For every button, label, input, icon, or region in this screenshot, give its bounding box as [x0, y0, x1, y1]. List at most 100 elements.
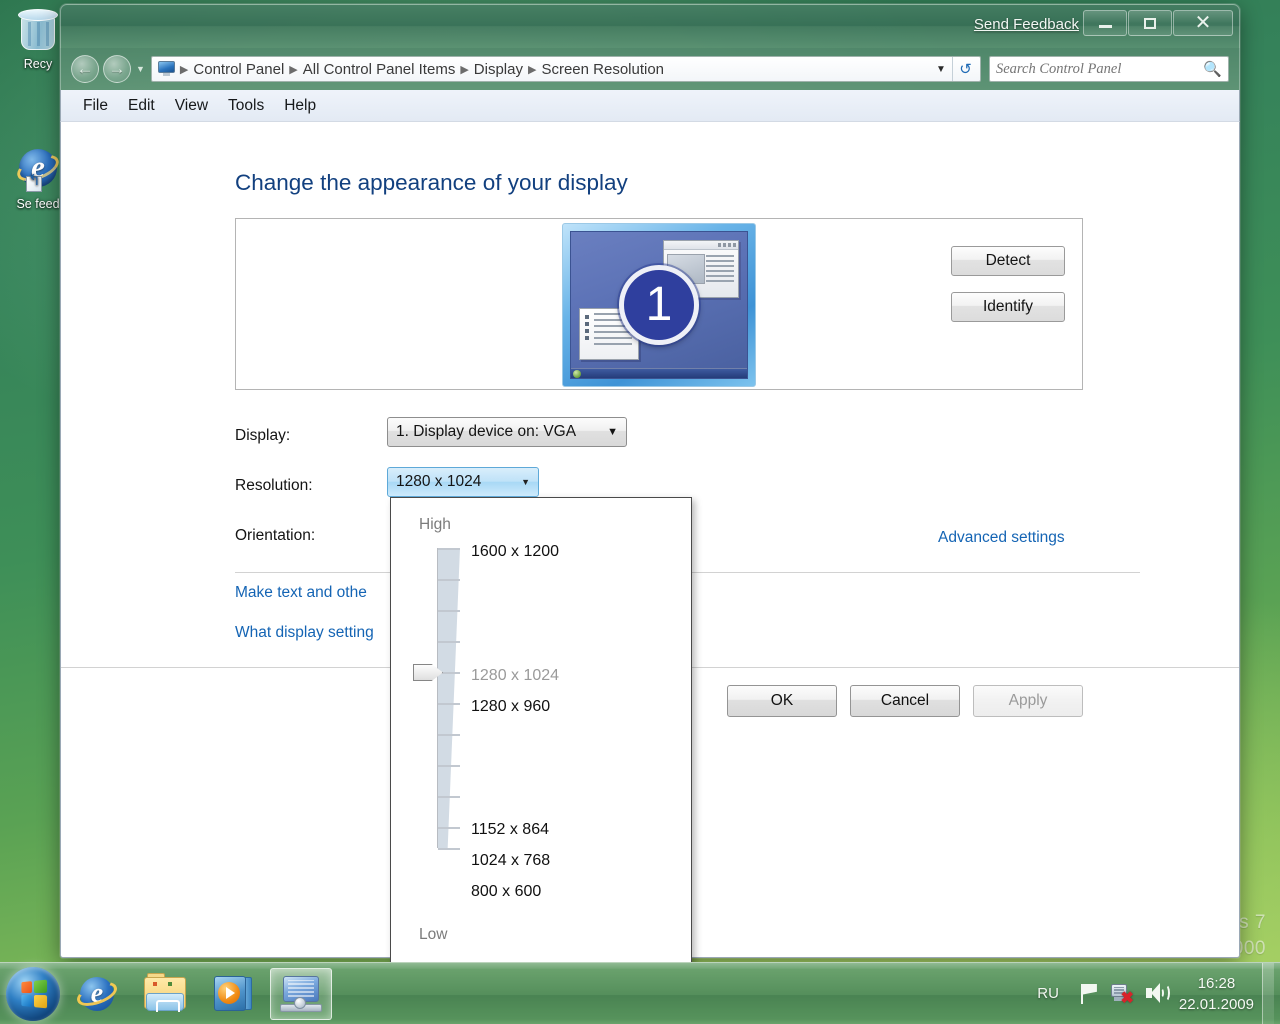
display-device-dropdown[interactable]: 1. Display device on: VGA ▼	[387, 417, 627, 447]
resolution-option-1: 1280 x 1024	[471, 667, 560, 684]
display-monitor-icon	[157, 61, 176, 77]
shortcut-overlay-icon	[26, 176, 42, 192]
slider-tick-9	[438, 827, 460, 829]
slider-tick-5	[438, 703, 460, 705]
breadcrumb-separator-2: ▶	[460, 63, 469, 76]
slider-low-label: Low	[419, 926, 448, 943]
slider-tick-10	[438, 848, 460, 850]
breadcrumb-separator-3: ▶	[527, 63, 537, 76]
clock[interactable]: 16:28 22.01.2009	[1179, 973, 1262, 1015]
address-chevron-down-icon[interactable]: ▼	[930, 64, 952, 75]
chevron-down-icon: ▼	[521, 477, 530, 487]
window-title-bar[interactable]: Send Feedback ✕	[60, 4, 1240, 48]
resolution-slider-wedge	[438, 548, 460, 848]
recent-pages-chevron-down-icon[interactable]: ▼	[136, 64, 145, 74]
display-settings-icon	[280, 975, 322, 1012]
monitor-preview[interactable]: 1	[562, 223, 756, 387]
menu-file[interactable]: File	[73, 94, 118, 118]
refresh-icon[interactable]: ↺	[952, 57, 978, 81]
taskbar-windows-explorer[interactable]	[134, 968, 196, 1020]
slider-tick-2	[438, 610, 460, 612]
system-tray: RU ✖ 16:28 22.01.2009	[1025, 963, 1280, 1024]
display-device-value: 1. Display device on: VGA	[396, 423, 577, 440]
clock-time: 16:28	[1197, 974, 1236, 992]
network-error-icon[interactable]: ✖	[1107, 979, 1137, 1009]
search-input[interactable]	[996, 60, 1204, 78]
window-content: Change the appearance of your display 1	[60, 122, 1240, 970]
monitor-screen: 1	[570, 231, 748, 379]
minimize-button[interactable]	[1083, 10, 1127, 36]
menu-help[interactable]: Help	[274, 94, 326, 118]
show-desktop-button[interactable]	[1262, 963, 1274, 1024]
slider-tick-1	[438, 579, 460, 581]
mini-taskbar-graphic	[571, 368, 747, 378]
breadcrumb-all-control-panel-items[interactable]: All Control Panel Items	[299, 61, 460, 78]
start-button[interactable]	[6, 966, 60, 1021]
resolution-option-0[interactable]: 1600 x 1200	[471, 543, 559, 561]
monitor-number-badge: 1	[619, 265, 699, 345]
breadcrumb-screen-resolution[interactable]: Screen Resolution	[537, 61, 668, 78]
advanced-settings-link[interactable]: Advanced settings	[938, 529, 1065, 547]
close-button[interactable]: ✕	[1173, 10, 1233, 36]
menu-bar: File Edit View Tools Help	[60, 90, 1240, 122]
chevron-down-icon: ▼	[607, 426, 618, 438]
action-center-flag-icon[interactable]	[1073, 979, 1103, 1009]
clock-date: 22.01.2009	[1178, 995, 1254, 1013]
taskbar: e RU ✖ 16:28 22.01.2009	[0, 962, 1280, 1024]
send-feedback-label-1: Se	[16, 197, 32, 211]
resolution-option-4[interactable]: 1024 x 768	[471, 852, 550, 870]
windows-logo-icon	[21, 979, 48, 1008]
slider-tick-0	[438, 548, 460, 550]
resolution-option-5[interactable]: 800 x 600	[471, 883, 541, 901]
window-caption-buttons: ✕	[1082, 10, 1233, 36]
slider-tick-3	[438, 641, 460, 643]
display-label: Display:	[235, 427, 291, 444]
slider-tick-6	[438, 734, 460, 736]
slider-high-label: High	[419, 516, 451, 533]
orientation-label: Orientation:	[235, 527, 316, 544]
internet-explorer-icon: e	[73, 974, 121, 1014]
resolution-dropdown-popup: High Low 1600 x 1200 1280 x 1024 1280 x 96…	[390, 497, 692, 970]
ok-button[interactable]: OK	[727, 685, 837, 717]
resolution-option-3[interactable]: 1152 x 864	[471, 821, 549, 839]
apply-button: Apply	[973, 685, 1083, 717]
search-icon: 🔍	[1203, 61, 1222, 78]
breadcrumb-control-panel[interactable]: Control Panel	[189, 61, 288, 78]
cancel-button[interactable]: Cancel	[850, 685, 960, 717]
page-title: Change the appearance of your display	[235, 170, 628, 195]
screen-resolution-window: Send Feedback ✕ ← → ▼ ▶ Control Panel ▶ …	[60, 4, 1240, 970]
breadcrumb-separator-0: ▶	[179, 63, 189, 76]
resolution-label: Resolution:	[235, 477, 313, 494]
resolution-value: 1280 x 1024	[396, 473, 482, 490]
recycle-bin-label: Recy	[23, 57, 53, 71]
media-player-icon	[214, 975, 252, 1012]
menu-tools[interactable]: Tools	[218, 94, 274, 118]
slider-tick-8	[438, 796, 460, 798]
search-box[interactable]: 🔍	[989, 56, 1229, 82]
what-display-settings-link[interactable]: What display setting	[235, 624, 374, 642]
slider-tick-7	[438, 765, 460, 767]
menu-edit[interactable]: Edit	[118, 94, 165, 118]
detect-button[interactable]: Detect	[951, 246, 1065, 276]
breadcrumb-separator-1: ▶	[289, 63, 298, 76]
breadcrumb-address-bar[interactable]: ▶ Control Panel ▶ All Control Panel Item…	[150, 56, 981, 82]
taskbar-screen-resolution[interactable]	[270, 967, 332, 1020]
back-button[interactable]: ←	[71, 55, 99, 83]
resolution-dropdown[interactable]: 1280 x 1024 ▼	[387, 467, 539, 497]
folder-icon	[144, 972, 186, 1012]
resolution-option-2[interactable]: 1280 x 960	[471, 698, 550, 716]
send-feedback-label-2: feed	[35, 197, 60, 211]
taskbar-internet-explorer[interactable]: e	[66, 968, 128, 1020]
volume-icon[interactable]	[1141, 979, 1171, 1009]
resolution-slider-rail	[437, 548, 438, 848]
taskbar-windows-media-player[interactable]	[202, 968, 264, 1020]
make-text-larger-link[interactable]: Make text and othe	[235, 584, 367, 602]
address-toolbar: ← → ▼ ▶ Control Panel ▶ All Control Pane…	[60, 48, 1240, 90]
menu-view[interactable]: View	[165, 94, 218, 118]
language-indicator[interactable]: RU	[1037, 985, 1059, 1002]
maximize-button[interactable]	[1128, 10, 1172, 36]
send-feedback-link[interactable]: Send Feedback	[974, 16, 1079, 33]
identify-button[interactable]: Identify	[951, 292, 1065, 322]
forward-button[interactable]: →	[103, 55, 131, 83]
breadcrumb-display[interactable]: Display	[470, 61, 527, 78]
